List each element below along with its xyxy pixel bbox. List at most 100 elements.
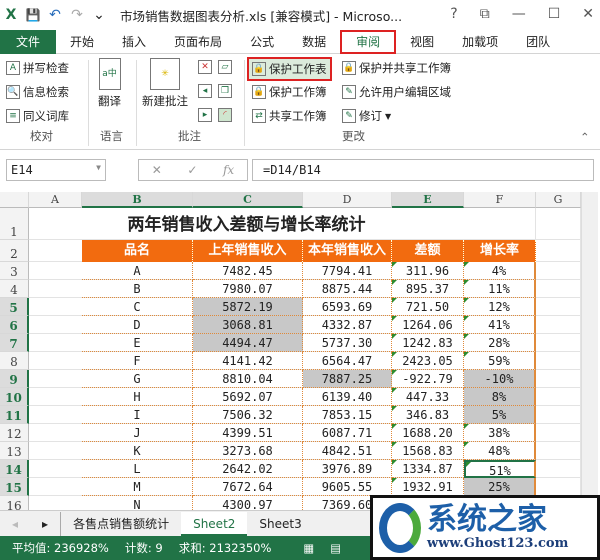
table-cell[interactable]: 8875.44 [303,280,392,298]
redo-icon[interactable]: ↷ [66,7,88,23]
next-comment-button[interactable]: ▸ [198,108,212,122]
formula-input[interactable]: =D14/B14 [252,159,594,181]
column-header-a[interactable]: A [29,192,82,208]
row-header[interactable]: 6 [0,316,29,334]
table-cell[interactable]: 2423.05 [392,352,464,370]
table-cell[interactable]: 1932.91 [392,478,464,496]
table-cell[interactable]: 895.37 [392,280,464,298]
table-cell[interactable]: 7853.15 [303,406,392,424]
track-changes-button[interactable]: ✎ 修订 ▼ [342,108,391,124]
table-cell[interactable]: 9605.55 [303,478,392,496]
row-header[interactable]: 9 [0,370,29,388]
table-cell[interactable]: 8810.04 [193,370,303,388]
table-cell[interactable]: 6564.47 [303,352,392,370]
table-cell[interactable]: B [82,280,193,298]
scroll-left-icon[interactable]: ◂ [0,512,30,536]
table-header-cell[interactable]: 增长率 [464,240,536,262]
table-cell[interactable]: 4332.87 [303,316,392,334]
tab-data[interactable]: 数据 [288,30,340,54]
worksheet-grid[interactable]: A B C D E F G 1 2 3 4 5 6 7 8 9 10 11 12 13 14 15 16 两年销售收入差额与增… [0,192,581,510]
enter-icon[interactable]: ✓ [187,163,197,177]
table-header-cell[interactable]: 品名 [82,240,193,262]
tab-team[interactable]: 团队 [512,30,564,54]
previous-comment-button[interactable]: ◂ [198,84,212,98]
table-cell[interactable]: 4399.51 [193,424,303,442]
table-cell[interactable]: 48% [464,442,536,460]
scroll-right-icon[interactable]: ▸ [30,512,60,536]
table-cell[interactable]: 1264.06 [392,316,464,334]
table-cell[interactable]: I [82,406,193,424]
table-cell[interactable]: G [82,370,193,388]
table-cell[interactable]: 311.96 [392,262,464,280]
table-cell[interactable]: 346.83 [392,406,464,424]
protect-share-workbook-button[interactable]: 🔒 保护并共享工作簿 [342,60,451,76]
row-header[interactable]: 5 [0,298,29,316]
table-cell[interactable]: E [82,334,193,352]
sheet-tab-sales[interactable]: 各售点销售额统计 [60,511,181,536]
table-cell[interactable]: 12% [464,298,536,316]
row-header[interactable]: 13 [0,442,29,460]
row-header[interactable]: 12 [0,424,29,442]
table-cell[interactable]: 447.33 [392,388,464,406]
table-cell[interactable]: D [82,316,193,334]
table-header-cell[interactable]: 差额 [392,240,464,262]
table-cell[interactable]: 1334.87 [392,460,464,478]
table-cell[interactable]: 1688.20 [392,424,464,442]
tab-view[interactable]: 视图 [396,30,448,54]
table-cell[interactable]: 1242.83 [392,334,464,352]
table-cell[interactable]: 4494.47 [193,334,303,352]
table-cell[interactable]: N [82,496,193,510]
table-cell[interactable]: 2642.02 [193,460,303,478]
table-cell[interactable]: 6139.40 [303,388,392,406]
table-cell[interactable]: 3976.89 [303,460,392,478]
table-cell[interactable]: 6593.69 [303,298,392,316]
row-header[interactable]: 10 [0,388,29,406]
insert-function-icon[interactable]: fx [223,163,234,177]
show-ink-button[interactable]: ◜ [218,108,232,122]
table-cell[interactable]: 8% [464,388,536,406]
collapse-ribbon-icon[interactable]: ⌃ [580,130,590,144]
table-cell[interactable]: 3273.68 [193,442,303,460]
table-cell[interactable]: 721.50 [392,298,464,316]
vertical-scrollbar[interactable] [581,192,598,510]
table-cell[interactable]: 5% [464,406,536,424]
row-header[interactable]: 1 [0,208,29,240]
table-cell[interactable]: 7482.45 [193,262,303,280]
name-box[interactable]: E14 ▼ [6,159,106,181]
row-header[interactable]: 8 [0,352,29,370]
table-cell[interactable]: 7887.25 [303,370,392,388]
show-comment-button[interactable]: ▱ [218,60,232,74]
table-cell[interactable]: -10% [464,370,536,388]
table-cell[interactable]: 6087.71 [303,424,392,442]
row-header[interactable]: 16 [0,496,29,510]
normal-view-icon[interactable]: ▦ [303,541,314,555]
tab-page-layout[interactable]: 页面布局 [160,30,236,54]
table-cell[interactable]: K [82,442,193,460]
table-cell[interactable]: 4141.42 [193,352,303,370]
tab-insert[interactable]: 插入 [108,30,160,54]
undo-icon[interactable]: ↶ [44,7,66,23]
sheet-tab-sheet3[interactable]: Sheet3 [247,512,313,536]
tab-file[interactable]: 文件 [0,29,57,54]
table-cell[interactable]: 5872.19 [193,298,303,316]
table-cell[interactable]: -922.79 [392,370,464,388]
table-cell[interactable]: C [82,298,193,316]
table-cell[interactable]: L [82,460,193,478]
translate-button[interactable]: a中 翻译 [98,58,121,109]
page-layout-view-icon[interactable]: ▤ [330,541,341,555]
minimize-button[interactable]: — [512,6,526,22]
cancel-icon[interactable]: ✕ [152,163,162,177]
column-header-f[interactable]: F [464,192,536,208]
share-workbook-button[interactable]: ⇄ 共享工作簿 [252,108,327,124]
table-cell[interactable]: 59% [464,352,536,370]
table-cell[interactable]: F [82,352,193,370]
column-header-c[interactable]: C [193,192,303,208]
thesaurus-button[interactable]: ≡ 同义词库 [6,108,69,124]
maximize-button[interactable]: ☐ [548,6,561,22]
row-header[interactable]: 15 [0,478,29,496]
table-cell[interactable]: H [82,388,193,406]
select-all-corner[interactable] [0,192,29,208]
spelling-button[interactable]: A 拼写检查 [6,60,69,76]
close-button[interactable]: ✕ [582,6,594,22]
table-cell[interactable]: 4300.97 [193,496,303,510]
